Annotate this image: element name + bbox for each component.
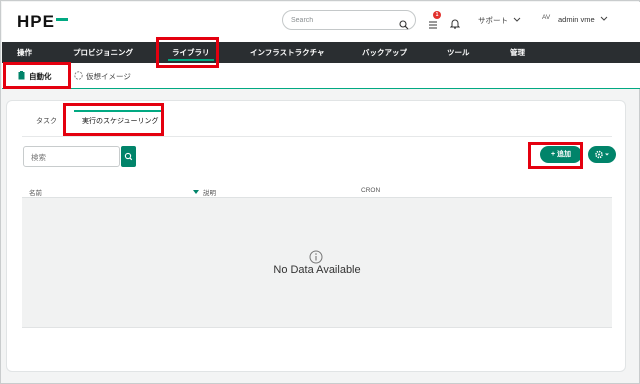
table-body: No Data Available xyxy=(22,198,612,328)
app-window: HPE 1 サポート AV admin vme 操作 プロビジョニング ライブラ… xyxy=(0,0,640,384)
highlight-automation-subnav xyxy=(3,62,71,89)
column-header-description[interactable]: 説明 xyxy=(193,187,216,197)
nav-item-tools[interactable]: ツール xyxy=(447,42,470,63)
support-label: サポート xyxy=(478,16,508,25)
nav-item-provisioning[interactable]: プロビジョニング xyxy=(73,42,133,63)
main-nav: 操作 プロビジョニング ライブラリ インフラストラクチャ バックアップ ツール … xyxy=(2,42,640,63)
hpe-logo[interactable]: HPE xyxy=(17,12,68,32)
highlight-scheduling-tab xyxy=(63,103,164,136)
column-header-name[interactable]: 名前 xyxy=(29,187,42,197)
nav-item-operations[interactable]: 操作 xyxy=(17,42,32,63)
sort-down-icon xyxy=(193,190,203,197)
highlight-add-button xyxy=(528,142,583,169)
subnav-label: 仮想イメージ xyxy=(86,72,131,81)
chevron-down-icon xyxy=(510,16,521,25)
username-label: admin vme xyxy=(558,15,595,24)
gear-icon xyxy=(588,148,616,167)
tabs-divider xyxy=(22,136,612,137)
nav-item-backup[interactable]: バックアップ xyxy=(362,42,407,63)
support-menu[interactable]: サポート xyxy=(478,15,521,26)
empty-state-message: No Data Available xyxy=(273,264,361,276)
search-icon[interactable] xyxy=(399,15,409,34)
user-menu[interactable]: admin vme xyxy=(558,15,608,24)
image-icon xyxy=(74,71,86,81)
top-header: HPE 1 サポート AV admin vme xyxy=(2,2,640,42)
highlight-library-nav xyxy=(156,37,219,68)
global-search[interactable] xyxy=(282,10,416,30)
search-icon xyxy=(121,152,136,171)
filter-search-button[interactable] xyxy=(121,146,136,167)
column-header-cron[interactable]: CRON xyxy=(361,187,380,194)
nav-item-administration[interactable]: 管理 xyxy=(510,42,525,63)
bell-icon[interactable] xyxy=(449,14,461,33)
notification-badge: 1 xyxy=(433,11,441,19)
column-header-description-label: 説明 xyxy=(203,190,216,197)
settings-dropdown-button[interactable] xyxy=(588,146,616,163)
subnav-item-virtual-images[interactable]: 仮想イメージ xyxy=(74,71,131,82)
sub-nav: 自動化 仮想イメージ xyxy=(2,63,640,89)
filter-box[interactable] xyxy=(23,146,120,167)
avatar[interactable]: AV xyxy=(542,14,550,21)
tab-tasks[interactable]: タスク xyxy=(36,116,57,126)
global-search-input[interactable] xyxy=(291,14,395,27)
chevron-down-icon xyxy=(597,15,608,24)
filter-input[interactable] xyxy=(31,151,115,163)
content-panel: タスク 実行のスケジューリング + 追加 名前 説明 CRON No Data … xyxy=(6,100,626,372)
nav-item-infrastructure[interactable]: インフラストラクチャ xyxy=(250,42,325,63)
